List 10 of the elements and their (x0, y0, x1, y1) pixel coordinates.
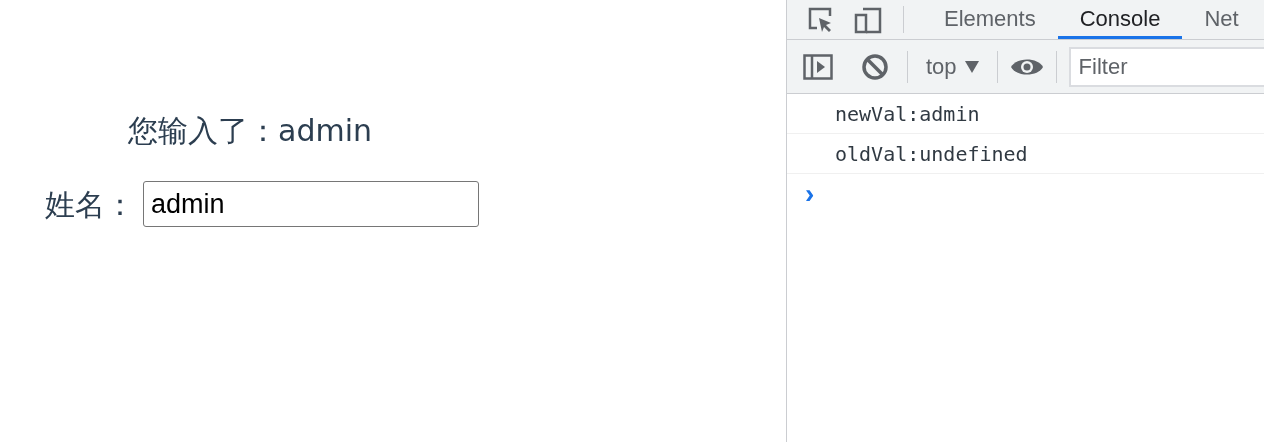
context-dropdown[interactable]: top (920, 50, 985, 83)
name-input[interactable]: admin (143, 181, 479, 227)
message-text: 您输入了：admin (128, 113, 372, 148)
name-label: 姓名： (45, 185, 135, 224)
console-prompt[interactable]: › (805, 180, 815, 208)
devtools-tab[interactable]: Net (1182, 0, 1261, 39)
filter-field[interactable]: Filter (1068, 46, 1264, 87)
console-message: oldVal:undefined (835, 140, 1028, 168)
devtools-tab[interactable]: Elements (922, 0, 1058, 39)
console-message: newVal:admin (835, 100, 980, 128)
